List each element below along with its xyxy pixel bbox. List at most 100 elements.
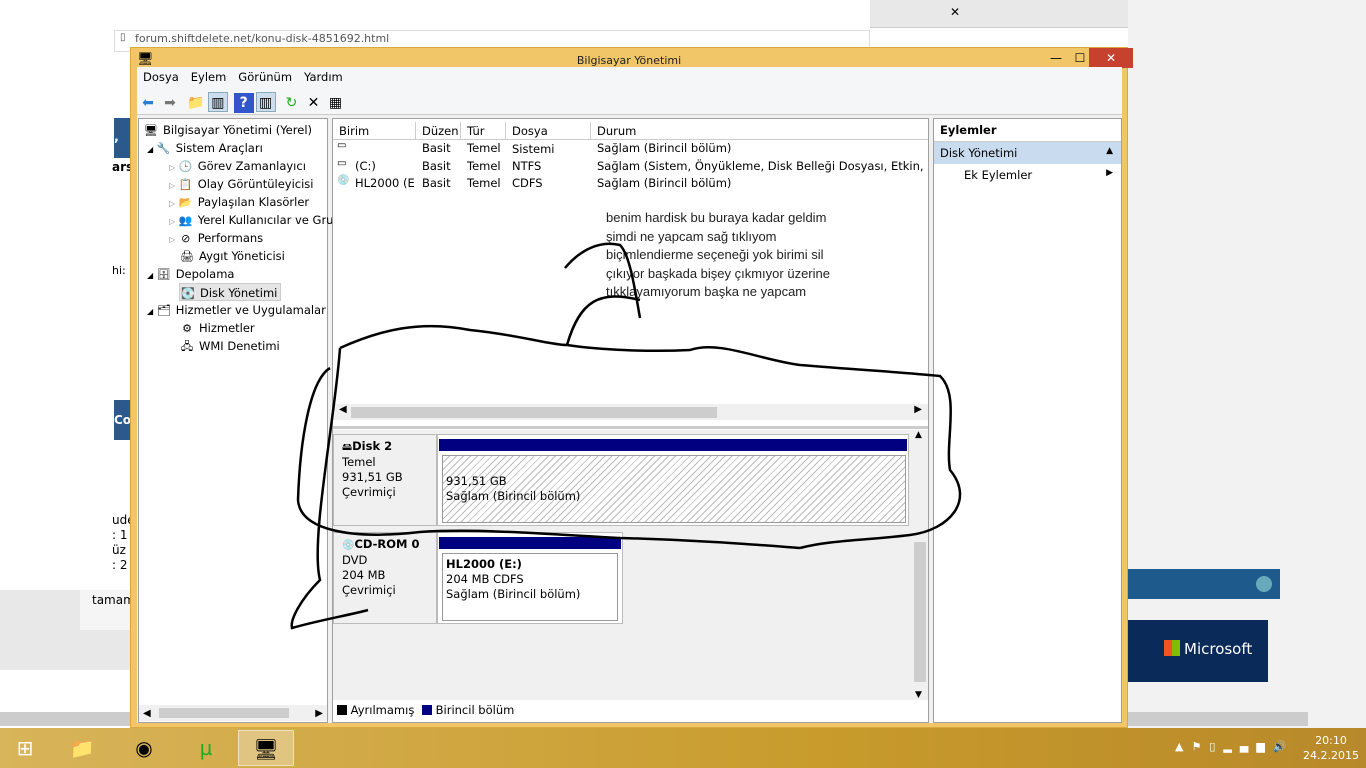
refresh-icon[interactable]: ↻ (281, 93, 301, 113)
bg-fragment: üz (112, 543, 126, 557)
volume-cell[interactable]: Basit (422, 140, 461, 157)
flag-icon[interactable]: ⚑ (1191, 740, 1209, 753)
utorrent-icon[interactable]: µ (178, 730, 234, 766)
menu-dosya[interactable]: Dosya (137, 67, 185, 87)
tree-item-task-scheduler[interactable]: ▷ 🕒 Görev Zamanlayıcı (169, 157, 306, 175)
bg-fragment: : 2 (112, 558, 128, 572)
actions-pane: Eylemler Disk Yönetimi ▲ Ek Eylemler ▶ (933, 118, 1122, 723)
disk-graphical-view: 🖴Disk 2 Temel 931,51 GB Çevrimiçi 931,51 GB… (333, 430, 913, 700)
bg-fragment: hi: (112, 264, 126, 277)
volume-cell[interactable]: CDFS (512, 175, 591, 192)
tree-item-disk-management[interactable]: 💽 Disk Yönetimi (179, 283, 282, 301)
column-header-volume[interactable]: Birim (333, 122, 416, 140)
window-client: Dosya Eylem Görünüm Yardım ⬅ ➡ 📁 ▥ ? ▥ ↻ ✕ ▦ 🖥 Bi… (137, 67, 1122, 723)
menu-yardim[interactable]: Yardım (298, 67, 349, 87)
column-header-status[interactable]: Durum (591, 122, 928, 140)
start-button[interactable]: ⊞ (0, 730, 50, 766)
column-header-layout[interactable]: Düzen (416, 122, 461, 140)
signal-icon[interactable]: ▂▄▆ (1223, 740, 1272, 753)
menu-gorunum[interactable]: Görünüm (232, 67, 298, 87)
disk-icon: 🖴 (342, 442, 353, 453)
tree-item-wmi[interactable]: 🖧 WMI Denetimi (179, 337, 280, 355)
volume-cell[interactable]: NTFS (512, 158, 591, 175)
properties-icon[interactable]: ▦ (325, 93, 345, 113)
volume-cell[interactable]: HL2000 (E:) (355, 175, 416, 192)
column-header-type[interactable]: Tür (461, 122, 506, 140)
file-explorer-icon[interactable]: 📁 (54, 730, 110, 766)
volume-cell[interactable]: Basit (422, 175, 461, 192)
tree-item-system-tools[interactable]: ◢ 🔧 Sistem Araçları (147, 139, 263, 157)
up-folder-icon[interactable]: 📁 (186, 93, 206, 113)
url-fragment: forum.shiftdelete.net/konu-disk-4851692.… (135, 32, 390, 45)
action-more-actions[interactable]: Ek Eylemler ▶ (934, 164, 1121, 182)
tree-item-device-manager[interactable]: 🖨 Aygıt Yöneticisi (179, 247, 285, 265)
tree-item-event-viewer[interactable]: ▷ 📋 Olay Görüntüleyicisi (169, 175, 313, 193)
volume-cell[interactable]: Temel (467, 158, 506, 175)
volume-drive-icon: ▭ (337, 157, 347, 169)
volume-cell[interactable] (355, 140, 416, 157)
cdrom-partition[interactable]: HL2000 (E:) 204 MB CDFS Sağlam (Birincil b… (442, 553, 618, 621)
tree-item-shared-folders[interactable]: ▷ 📂 Paylaşılan Klasörler (169, 193, 309, 211)
bg-scrollbar (1128, 712, 1308, 726)
volume-cell[interactable] (512, 140, 591, 157)
volume-list-hscrollbar[interactable]: ◀ ▶ (333, 404, 928, 420)
chrome-icon[interactable]: ◉ (116, 730, 172, 766)
forward-icon[interactable]: ➡ (160, 93, 180, 113)
bg-banner (1128, 569, 1280, 599)
volume-cell[interactable]: Sağlam (Birincil bölüm) (597, 140, 928, 157)
tree-item-performance[interactable]: ▷ ⊘ Performans (169, 229, 263, 247)
back-icon[interactable]: ⬅ (138, 93, 158, 113)
minus-icon (1256, 576, 1272, 592)
clock-icon: 🕒 (178, 160, 193, 173)
actions-title: Eylemler (934, 119, 1121, 142)
volume-cell[interactable]: Sağlam (Sistem, Önyükleme, Disk Belleği … (597, 158, 928, 175)
tree-item-computer-management[interactable]: 🖥 Bilgisayar Yönetimi (Yerel) (143, 121, 312, 139)
show-hide-tree-icon[interactable]: ▥ (207, 92, 228, 112)
close-button[interactable]: ✕ (1089, 48, 1133, 68)
column-header-filesystem[interactable]: Dosya Sistemi (506, 122, 591, 156)
navigation-tree: 🖥 Bilgisayar Yönetimi (Yerel) ◢ 🔧 Sistem A… (138, 118, 333, 723)
disk-2-partition[interactable]: 931,51 GB Sağlam (Birincil bölüm) (442, 455, 906, 523)
tab-close-icon[interactable]: ✕ (950, 5, 960, 19)
cdrom-volume-icon: 💿 (337, 175, 350, 186)
volume-cell[interactable]: Basit (422, 158, 461, 175)
battery-icon[interactable]: ▯ (1209, 740, 1223, 753)
wmi-icon: 🖧 (180, 340, 194, 353)
volume-cell[interactable]: Sağlam (Birincil bölüm) (597, 175, 928, 192)
menu-bar: Dosya Eylem Görünüm Yardım (137, 67, 1122, 89)
microsoft-ad: Microsoft (1128, 620, 1268, 682)
volume-cell[interactable]: Temel (467, 140, 506, 157)
toolbar: ⬅ ➡ 📁 ▥ ? ▥ ↻ ✕ ▦ (137, 89, 1122, 115)
disk-view-vscrollbar[interactable]: ▲ ▼ (912, 430, 928, 700)
tree-hscrollbar[interactable]: ◀ ▶ (139, 705, 327, 721)
show-hide-action-pane-icon[interactable]: ▥ (255, 92, 276, 112)
computer-management-window: Bilgisayar Yönetimi 🖥 — ☐ ✕ Dosya Eylem Gö… (130, 47, 1133, 728)
pane-splitter[interactable] (333, 426, 928, 429)
services-icon: 🗂 (156, 304, 171, 317)
volume-cell[interactable]: (C:) (355, 158, 416, 175)
volume-cell[interactable]: Temel (467, 175, 506, 192)
tree-item-storage[interactable]: ◢ 🗄 Depolama (147, 265, 234, 283)
actions-section-disk-management[interactable]: Disk Yönetimi ▲ (934, 142, 1121, 164)
delete-icon[interactable]: ✕ (303, 93, 323, 113)
background-page-right: Microsoft (1128, 0, 1366, 728)
cdrom-0-info[interactable]: 💿CD-ROM 0 DVD 204 MB Çevrimiçi (333, 532, 437, 624)
tree-item-services-apps[interactable]: ◢ 🗂 Hizmetler ve Uygulamalar (147, 301, 326, 319)
clock[interactable]: 20:10 24.2.2015 (1300, 733, 1362, 763)
show-hidden-icons[interactable]: ▲ (1175, 740, 1191, 753)
collapse-icon: ▲ (1106, 146, 1113, 156)
storage-icon: 🗄 (156, 268, 171, 281)
computer-management-task-icon[interactable]: 🖥 (238, 730, 294, 766)
menu-eylem[interactable]: Eylem (185, 67, 233, 87)
help-icon[interactable]: ? (233, 93, 254, 113)
disk-2-info[interactable]: 🖴Disk 2 Temel 931,51 GB Çevrimiçi (333, 434, 437, 526)
bg-fragment: tamam (80, 590, 135, 630)
users-icon: 👥 (178, 214, 193, 227)
unallocated-swatch (337, 705, 347, 715)
event-viewer-icon: 📋 (178, 178, 193, 191)
tree-item-local-users[interactable]: ▷ 👥 Yerel Kullanıcılar ve Gru (169, 211, 333, 229)
cdrom-icon: 💿 (342, 540, 355, 551)
primary-partition-swatch (421, 705, 432, 715)
tree-item-services[interactable]: ⚙ Hizmetler (179, 319, 255, 337)
volume-icon[interactable]: 🔊 (1273, 740, 1295, 753)
